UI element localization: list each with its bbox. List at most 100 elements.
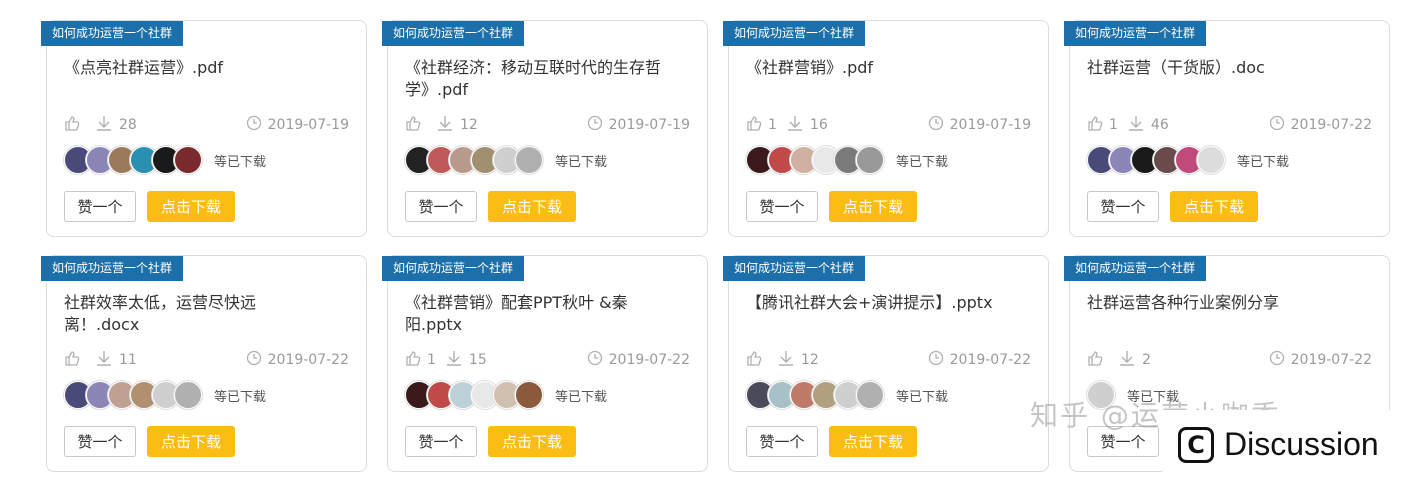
category-tag[interactable]: 如何成功运营一个社群 [382, 21, 525, 46]
discussion-label: Discussion [1224, 426, 1379, 462]
like-button[interactable]: 赞一个 [1087, 191, 1159, 222]
like-button[interactable]: 赞一个 [405, 191, 477, 222]
download-button[interactable]: 点击下载 [829, 426, 917, 457]
like-count[interactable] [64, 350, 86, 370]
like-count-value: 1 [427, 352, 436, 368]
stats-row: 1 16 2019-07-19 [746, 115, 1031, 135]
download-button[interactable]: 点击下载 [488, 191, 576, 222]
download-count-value: 12 [460, 117, 478, 133]
stats-row: 11 2019-07-22 [64, 350, 349, 370]
upload-date: 2019-07-22 [587, 350, 690, 370]
download-count: 11 [95, 350, 137, 370]
category-tag[interactable]: 如何成功运营一个社群 [41, 21, 184, 46]
download-icon [1118, 350, 1142, 370]
card-actions: 赞一个 点击下载 [405, 191, 576, 222]
download-count: 12 [777, 350, 819, 370]
download-button[interactable]: 点击下载 [147, 426, 235, 457]
stats-row: 28 2019-07-19 [64, 115, 349, 135]
file-title[interactable]: 社群效率太低，运营尽快远离！.docx [64, 292, 324, 336]
resource-card[interactable]: 如何成功运营一个社群 《点亮社群运营》.pdf 28 2019-07-19 等已… [41, 20, 367, 237]
file-title[interactable]: 《点亮社群运营》.pdf [64, 57, 324, 79]
downloaded-label: 等已下载 [1237, 154, 1290, 170]
resource-card[interactable]: 如何成功运营一个社群 《社群经济：移动互联时代的生存哲学》.pdf 12 201… [382, 20, 708, 237]
like-count[interactable] [405, 115, 427, 135]
avatar [174, 146, 202, 174]
resource-card[interactable]: 如何成功运营一个社群 《社群营销》.pdf 1 16 2019-07-19 等已… [723, 20, 1049, 237]
file-title[interactable]: 《社群营销》配套PPT秋叶 &秦阳.pptx [405, 292, 665, 336]
like-button[interactable]: 赞一个 [746, 426, 818, 457]
avatar-list [1087, 146, 1225, 174]
like-count[interactable] [746, 350, 768, 370]
card-actions: 赞一个 点击下载 [64, 191, 235, 222]
category-tag[interactable]: 如何成功运营一个社群 [1064, 256, 1207, 281]
avatar-list [746, 146, 884, 174]
download-count: 28 [95, 115, 137, 135]
file-title[interactable]: 《社群经济：移动互联时代的生存哲学》.pdf [405, 57, 665, 101]
clock-icon [587, 115, 609, 135]
like-button[interactable]: 赞一个 [746, 191, 818, 222]
like-count[interactable] [64, 115, 86, 135]
upload-date: 2019-07-22 [1269, 115, 1372, 135]
resource-card[interactable]: 如何成功运营一个社群 社群运营（干货版）.doc 1 46 2019-07-22… [1064, 20, 1390, 237]
download-count: 46 [1127, 115, 1169, 135]
like-count[interactable] [1087, 350, 1109, 370]
category-tag[interactable]: 如何成功运营一个社群 [382, 256, 525, 281]
date-value: 2019-07-22 [949, 352, 1031, 368]
resource-card[interactable]: 如何成功运营一个社群 社群效率太低，运营尽快远离！.docx 11 2019-0… [41, 255, 367, 472]
like-count[interactable]: 1 [1087, 115, 1118, 135]
avatar-list [746, 381, 884, 409]
file-title[interactable]: 《社群营销》.pdf [746, 57, 1006, 79]
downloaded-label: 等已下载 [896, 389, 949, 405]
thumbs-up-icon [64, 350, 86, 370]
thumbs-up-icon [746, 115, 768, 135]
download-icon [445, 350, 469, 370]
download-button[interactable]: 点击下载 [1170, 191, 1258, 222]
stats-row: 12 2019-07-22 [746, 350, 1031, 370]
download-button[interactable]: 点击下载 [488, 426, 576, 457]
discussion-button[interactable]: C Discussion [1162, 410, 1412, 479]
card-actions: 赞一个 点击下载 [405, 426, 576, 457]
resource-card[interactable]: 如何成功运营一个社群 《社群营销》配套PPT秋叶 &秦阳.pptx 1 15 2… [382, 255, 708, 472]
card-actions: 赞一个 点击下载 [64, 426, 235, 457]
like-count[interactable]: 1 [405, 350, 436, 370]
discussion-icon: C [1178, 426, 1214, 463]
file-title[interactable]: 社群运营各种行业案例分享 [1087, 292, 1347, 314]
like-count[interactable]: 1 [746, 115, 777, 135]
download-icon [436, 115, 460, 135]
date-value: 2019-07-22 [1290, 117, 1372, 133]
file-title[interactable]: 【腾讯社群大会+演讲提示】.pptx [746, 292, 1006, 314]
download-count-value: 12 [801, 352, 819, 368]
category-tag[interactable]: 如何成功运营一个社群 [723, 256, 866, 281]
avatar [174, 381, 202, 409]
avatar [856, 146, 884, 174]
upload-date: 2019-07-22 [1269, 350, 1372, 370]
resource-card[interactable]: 如何成功运营一个社群 【腾讯社群大会+演讲提示】.pptx 12 2019-07… [723, 255, 1049, 472]
like-button[interactable]: 赞一个 [64, 191, 136, 222]
downloaders-row: 等已下载 [405, 380, 607, 410]
downloaded-label: 等已下载 [555, 154, 608, 170]
upload-date: 2019-07-19 [587, 115, 690, 135]
date-value: 2019-07-22 [267, 352, 349, 368]
avatar [1197, 146, 1225, 174]
downloaders-row: 等已下载 [64, 380, 266, 410]
category-tag[interactable]: 如何成功运营一个社群 [1064, 21, 1207, 46]
downloaders-row: 等已下载 [746, 145, 948, 175]
avatar [856, 381, 884, 409]
download-count-value: 11 [119, 352, 137, 368]
download-count-value: 46 [1150, 117, 1169, 133]
like-button[interactable]: 赞一个 [405, 426, 477, 457]
file-title[interactable]: 社群运营（干货版）.doc [1087, 57, 1347, 79]
like-button[interactable]: 赞一个 [64, 426, 136, 457]
clock-icon [587, 350, 609, 370]
thumbs-up-icon [405, 115, 427, 135]
downloaded-label: 等已下载 [896, 154, 949, 170]
download-button[interactable]: 点击下载 [147, 191, 235, 222]
upload-date: 2019-07-19 [246, 115, 349, 135]
category-tag[interactable]: 如何成功运营一个社群 [723, 21, 866, 46]
clock-icon [1269, 350, 1291, 370]
upload-date: 2019-07-22 [246, 350, 349, 370]
download-button[interactable]: 点击下载 [829, 191, 917, 222]
stats-row: 2 2019-07-22 [1087, 350, 1372, 370]
upload-date: 2019-07-19 [928, 115, 1031, 135]
category-tag[interactable]: 如何成功运营一个社群 [41, 256, 184, 281]
